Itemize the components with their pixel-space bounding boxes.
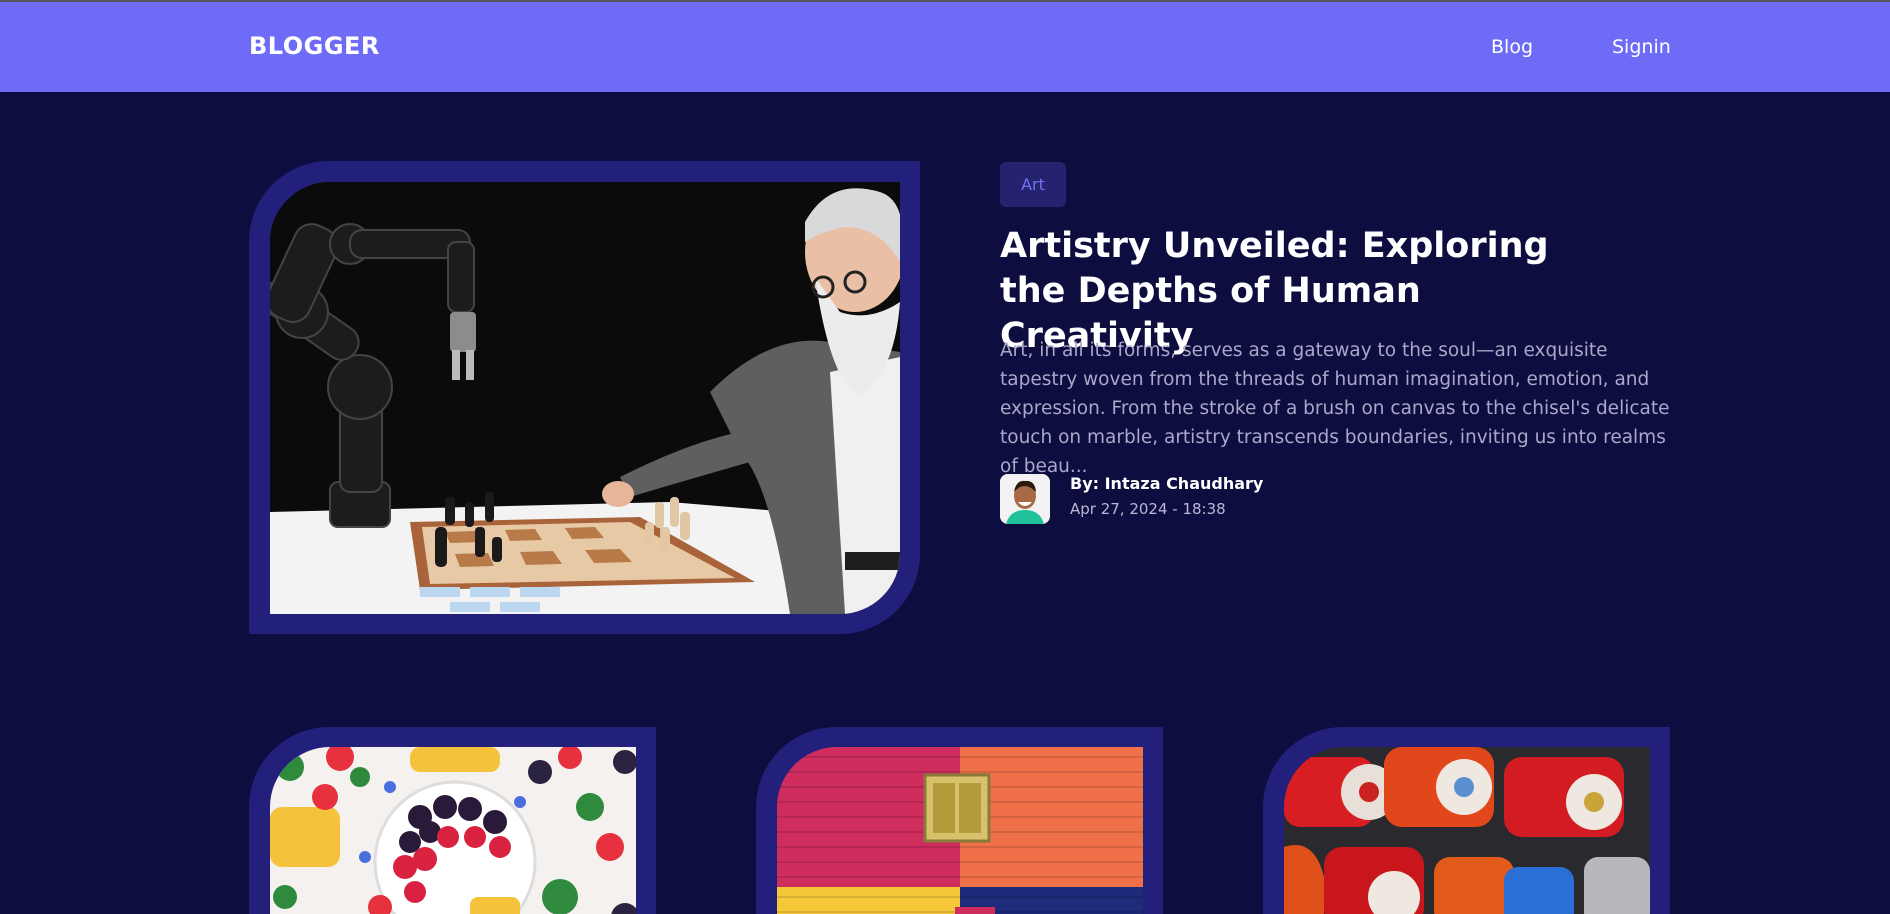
card-image-fruit-bowl[interactable] [270,747,636,914]
featured-image[interactable] [270,182,900,614]
author-avatar [1000,474,1050,524]
author-name[interactable]: By: Intaza Chaudhary [1070,474,1263,493]
card-image-colorful-wall[interactable] [777,747,1143,914]
nav-link-blog[interactable]: Blog [1491,36,1533,58]
navbar: BLOGGER Blog Signin [0,2,1890,92]
card-image-rotary-telephones[interactable] [1284,747,1650,914]
featured-post-excerpt: Art, in all its forms, serves as a gatew… [1000,340,1670,477]
nav-link-signin[interactable]: Signin [1612,36,1671,58]
category-badge[interactable]: Art [1000,162,1066,207]
post-date: Apr 27, 2024 - 18:38 [1070,500,1226,518]
site-logo[interactable]: BLOGGER [249,32,380,60]
